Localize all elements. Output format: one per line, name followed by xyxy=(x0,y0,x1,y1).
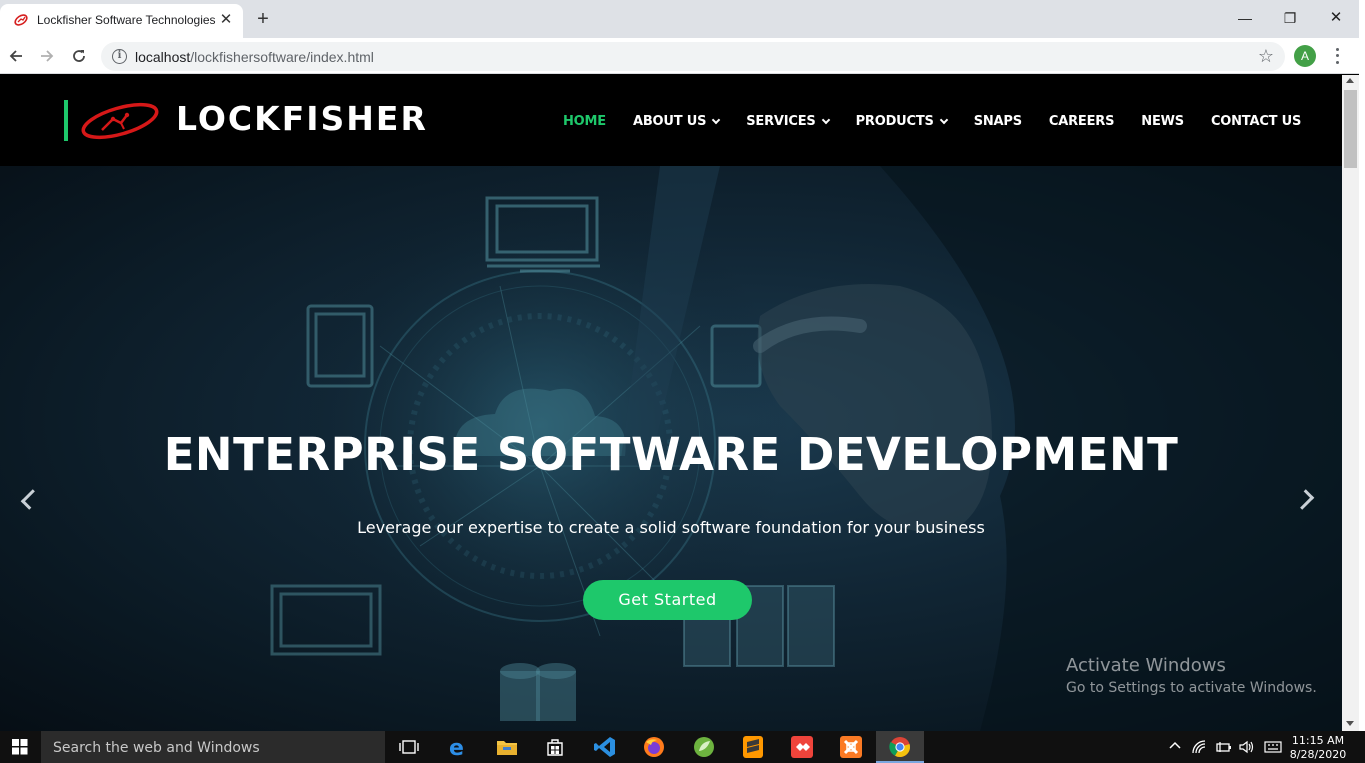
minimize-window-button[interactable]: — xyxy=(1222,4,1268,32)
arrow-left-icon xyxy=(9,50,22,62)
file-explorer-icon[interactable] xyxy=(483,731,531,763)
taskbar-search[interactable]: Search the web and Windows xyxy=(41,731,385,763)
forward-button[interactable] xyxy=(34,43,60,69)
battery-icon[interactable] xyxy=(1216,740,1232,757)
watermark-subtitle: Go to Settings to activate Windows. xyxy=(1066,680,1317,696)
windows-logo-icon xyxy=(12,739,28,755)
taskbar-clock[interactable]: 11:15 AM 8/28/2020 xyxy=(1284,734,1352,762)
close-tab-icon[interactable]: ✕ xyxy=(217,11,235,29)
nav-home[interactable]: HOME xyxy=(563,111,606,131)
edge-icon[interactable]: e xyxy=(434,731,482,763)
network-icon[interactable] xyxy=(1192,740,1208,757)
hero-carousel: ENTERPRISE SOFTWARE DEVELOPMENT Leverage… xyxy=(0,166,1342,731)
show-hidden-icons-icon[interactable] xyxy=(1168,739,1182,756)
nav-products[interactable]: PRODUCTS xyxy=(855,111,948,131)
profile-avatar[interactable]: A xyxy=(1294,45,1316,67)
browser-tabstrip: Lockfisher Software Technologies ✕ + — ❐… xyxy=(0,0,1365,38)
browser-tab[interactable]: Lockfisher Software Technologies ✕ xyxy=(0,4,243,38)
nav-news-label: NEWS xyxy=(1141,113,1184,129)
nav-products-label: PRODUCTS xyxy=(855,113,934,129)
sublime-text-icon[interactable] xyxy=(729,731,777,763)
nav-about-us-label: ABOUT US xyxy=(632,113,707,129)
browser-toolbar: i localhost/lockfishersoftware/index.htm… xyxy=(0,38,1365,74)
nav-home-label: HOME xyxy=(563,113,606,129)
nav-about-us[interactable]: ABOUT US xyxy=(632,111,721,131)
start-button[interactable] xyxy=(0,731,40,763)
site-header: LOCKFISHER HOME ABOUT US SERVICES PRODUC… xyxy=(0,75,1342,166)
nav-contact-us-label: CONTACT US xyxy=(1210,113,1302,129)
chrome-icon[interactable] xyxy=(876,731,924,763)
vscode-icon[interactable] xyxy=(581,731,629,763)
web-page: LOCKFISHER HOME ABOUT US SERVICES PRODUC… xyxy=(0,75,1342,731)
hero-subtitle: Leverage our expertise to create a solid… xyxy=(357,518,985,537)
activate-windows-watermark: Activate Windows Go to Settings to activ… xyxy=(1066,655,1317,696)
window-edge xyxy=(1359,0,1365,731)
carousel-prev-button[interactable] xyxy=(17,484,42,514)
windows-taskbar: Search the web and Windows e 11:15 AM 8/… xyxy=(0,731,1365,763)
clock-time: 11:15 AM xyxy=(1291,734,1345,747)
scroll-down-icon[interactable] xyxy=(1346,721,1354,726)
bookmark-star-icon[interactable]: ☆ xyxy=(1258,46,1274,66)
scrollbar-thumb[interactable] xyxy=(1344,90,1357,168)
store-icon[interactable] xyxy=(531,731,579,763)
nav-services[interactable]: SERVICES xyxy=(746,111,830,131)
maximize-window-button[interactable]: ❐ xyxy=(1267,4,1313,32)
scroll-up-icon[interactable] xyxy=(1346,78,1354,83)
xampp-icon[interactable] xyxy=(827,731,875,763)
back-button[interactable] xyxy=(3,43,29,69)
watermark-title: Activate Windows xyxy=(1066,655,1226,676)
address-bar[interactable]: i localhost/lockfishersoftware/index.htm… xyxy=(101,42,1285,71)
chevron-down-icon xyxy=(712,115,721,124)
nav-news[interactable]: NEWS xyxy=(1141,111,1184,131)
logo-accent-bar xyxy=(64,100,68,141)
close-window-button[interactable]: ✕ xyxy=(1313,4,1359,32)
taskbar-search-placeholder: Search the web and Windows xyxy=(53,740,260,756)
tab-title: Lockfisher Software Technologies xyxy=(37,13,216,27)
reload-button[interactable] xyxy=(66,43,92,69)
chevron-down-icon xyxy=(939,115,948,124)
page-scrollbar[interactable] xyxy=(1342,75,1359,731)
carousel-next-button[interactable] xyxy=(1293,484,1318,514)
lockfisher-favicon-icon xyxy=(14,14,28,26)
url-text[interactable]: localhost/lockfishersoftware/index.html xyxy=(135,49,374,65)
anydesk-icon[interactable] xyxy=(778,731,826,763)
keyboard-icon[interactable] xyxy=(1264,740,1282,757)
nav-careers-label: CAREERS xyxy=(1048,113,1115,129)
nav-services-label: SERVICES xyxy=(746,113,816,129)
firefox-icon[interactable] xyxy=(630,731,678,763)
brand-name[interactable]: LOCKFISHER xyxy=(176,99,428,138)
spring-tool-icon[interactable] xyxy=(680,731,728,763)
reload-icon xyxy=(73,50,85,62)
main-navigation: HOME ABOUT US SERVICES PRODUCTS SNAPS CA… xyxy=(563,111,1301,131)
volume-icon[interactable] xyxy=(1239,740,1255,757)
hero-title: ENTERPRISE SOFTWARE DEVELOPMENT xyxy=(163,428,1179,481)
clock-date: 8/28/2020 xyxy=(1289,748,1347,761)
nav-careers[interactable]: CAREERS xyxy=(1048,111,1115,131)
site-info-icon[interactable]: i xyxy=(112,49,127,64)
url-path: /lockfishersoftware/index.html xyxy=(190,49,374,65)
svg-text:e: e xyxy=(449,736,464,758)
arrow-right-icon xyxy=(41,50,54,62)
get-started-button[interactable]: Get Started xyxy=(583,580,752,620)
new-tab-button[interactable]: + xyxy=(252,8,274,30)
task-view-icon[interactable] xyxy=(385,731,433,763)
chevron-down-icon xyxy=(821,115,830,124)
url-host: localhost xyxy=(135,49,191,65)
lockfisher-logo-icon[interactable] xyxy=(80,100,160,142)
nav-snaps[interactable]: SNAPS xyxy=(974,111,1022,131)
nav-snaps-label: SNAPS xyxy=(973,113,1022,129)
browser-menu-icon[interactable] xyxy=(1329,46,1345,66)
nav-contact-us[interactable]: CONTACT US xyxy=(1211,111,1301,131)
